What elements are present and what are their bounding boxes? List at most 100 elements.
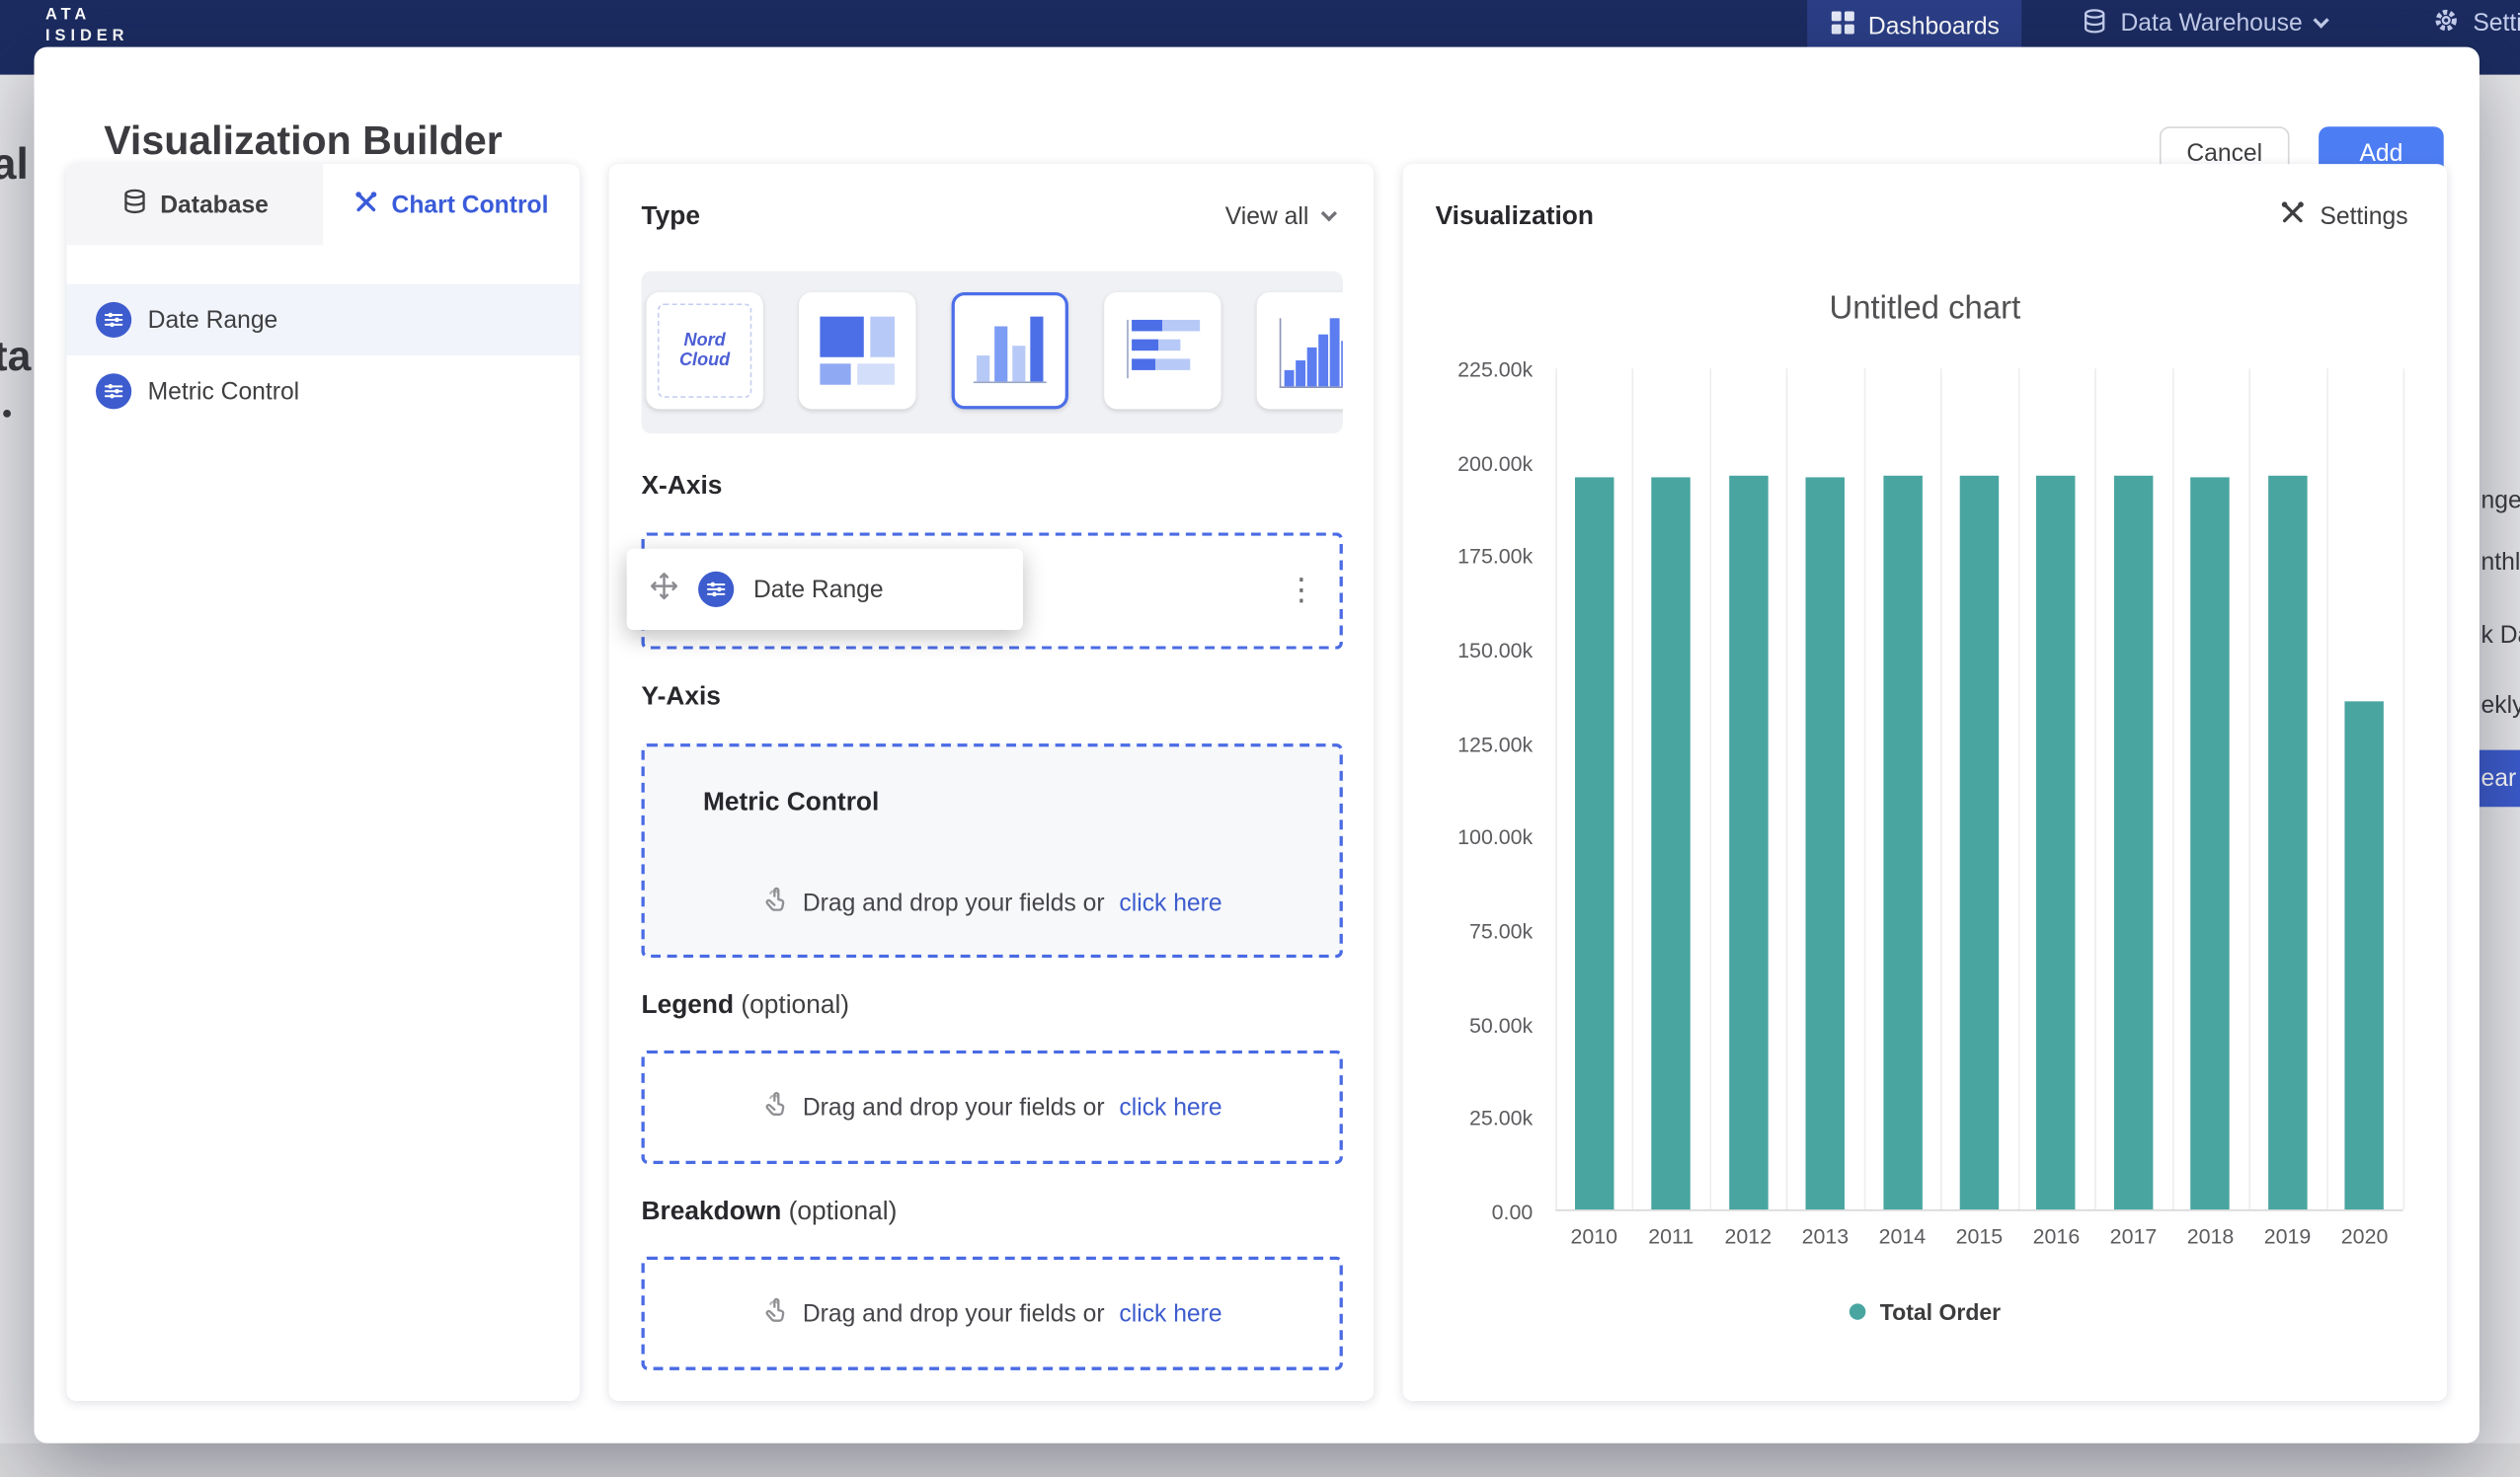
gridline [1940,368,1942,1209]
y-tick-label: 200.00k [1457,451,1533,476]
chart-legend[interactable]: Total Order [1403,1298,2447,1324]
bar-2012 [1729,476,1768,1209]
chart-type-treemap[interactable] [799,292,915,409]
nav-settings-label: Setti [2473,10,2520,38]
y-tick-label: 150.00k [1457,638,1533,662]
horizontal-bar-chart-icon [1127,320,1200,378]
field-date-range[interactable]: Date Range [66,284,580,355]
brand-logo[interactable]: ATA ISIDER [45,5,128,47]
gridline [2403,368,2405,1209]
y-tick-label: 100.00k [1457,825,1533,850]
field-label: Metric Control [148,377,300,405]
chart-type-kpi-card[interactable]: Nord Cloud [646,292,762,409]
builder-panel: Type View all Nord Cloud [609,164,1374,1401]
legend-section-label: Legend (optional) [642,992,850,1022]
backdrop-fragment: ta [0,331,31,381]
drop-text: Drag and drop your fields or [803,889,1105,916]
tap-icon [762,1297,788,1330]
gridline [1632,368,1634,1209]
click-here-link[interactable]: click here [1119,889,1221,916]
database-icon [121,189,147,221]
chart-type-column[interactable] [952,292,1068,409]
bar-2013 [1806,477,1845,1209]
control-icon [96,373,131,409]
x-tick-label: 2020 [2326,1224,2403,1249]
chevron-down-icon [1321,205,1337,221]
y-axis-dropzone[interactable]: Metric Control Drag and drop your fields… [642,743,1343,958]
backdrop-fragment: k Date [2481,622,2520,650]
chip-label: Date Range [753,576,884,603]
x-tick-label: 2018 [2171,1224,2248,1249]
bar-2010 [1575,477,1614,1209]
warehouse-icon [2082,7,2107,39]
settings-button[interactable]: Settings [2279,199,2407,232]
gridline [2017,368,2019,1209]
bar-2015 [1960,476,1999,1209]
date-range-chip[interactable]: Date Range [627,549,1023,630]
nav-settings[interactable]: Setti [2432,0,2520,47]
chart-xlabels: 2010201120122013201420152016201720182019… [1555,1224,2402,1250]
nav-warehouse-label: Data Warehouse [2120,10,2302,38]
backdrop-fragment: ● [2,404,13,424]
click-here-link[interactable]: click here [1119,1299,1221,1327]
gridline [1555,368,1557,1209]
backdrop-fragment: nge [2481,487,2520,514]
bar-2016 [2037,476,2076,1209]
tab-database-label: Database [160,191,269,218]
x-tick-label: 2010 [1555,1224,1632,1249]
treemap-icon [820,317,895,385]
nav-data-warehouse[interactable]: Data Warehouse [2082,0,2326,47]
x-tick-label: 2014 [1863,1224,1940,1249]
view-all-label: View all [1225,203,1309,231]
tools-icon [354,190,379,220]
kpi-line1: Nord [684,331,726,350]
legend-dropzone[interactable]: Drag and drop your fields or click here [642,1050,1343,1164]
brand-line1: ATA [45,5,128,26]
optional-suffix: (optional) [789,1199,898,1226]
bar-2014 [1883,476,1922,1209]
drop-hint: Drag and drop your fields or click here [645,1297,1340,1330]
y-tick-label: 0.00 [1492,1200,1534,1224]
chart-type-histogram[interactable] [1257,292,1343,409]
modal-title: Visualization Builder [104,118,503,166]
app-root: ATA ISIDER Dashboards Data Warehouse Set… [0,0,2520,1477]
tab-chart-control[interactable]: Chart Control [323,164,580,245]
backdrop-fragment: nthly [2481,549,2520,577]
kebab-menu-icon[interactable]: ⋮ [1286,576,1316,606]
gridline [2326,368,2328,1209]
optional-suffix: (optional) [741,992,849,1020]
dashboards-icon [1829,10,1854,42]
breakdown-dropzone[interactable]: Drag and drop your fields or click here [642,1257,1343,1370]
drop-text: Drag and drop your fields or [803,1299,1105,1327]
gridline [1863,368,1865,1209]
nav-dashboards-label: Dashboards [1868,12,2000,39]
click-here-link[interactable]: click here [1119,1093,1221,1121]
chart-plot [1555,368,2402,1210]
settings-label: Settings [2320,202,2407,230]
type-section-label: Type [642,203,700,233]
column-chart-icon [974,317,1047,383]
y-tick-label: 125.00k [1457,732,1533,756]
breakdown-section-label: Breakdown (optional) [642,1199,898,1228]
control-icon [698,572,734,607]
y-tick-label: 225.00k [1457,357,1533,382]
field-metric-control[interactable]: Metric Control [66,355,580,427]
fields-panel: Database Chart Control Date Range Metric… [66,164,580,1401]
chart-title: Untitled chart [1403,290,2447,328]
fields-panel-tabs: Database Chart Control [66,164,580,245]
move-icon [650,572,679,607]
y-tick-label: 50.00k [1469,1012,1533,1037]
tap-icon [762,1091,788,1124]
tab-database[interactable]: Database [66,164,323,245]
kpi-line2: Cloud [679,350,730,370]
chart-type-horizontal-bar[interactable] [1104,292,1221,409]
x-tick-label: 2015 [1940,1224,2017,1249]
bar-2011 [1652,477,1691,1209]
control-icon [96,302,131,338]
x-axis-section-label: X-Axis [642,473,723,503]
x-tick-label: 2019 [2249,1224,2326,1249]
drop-hint: Drag and drop your fields or click here [645,887,1340,919]
view-all-button[interactable]: View all [1225,203,1335,231]
legend-dot [1850,1303,1865,1319]
settings-tools-icon [2279,199,2305,232]
